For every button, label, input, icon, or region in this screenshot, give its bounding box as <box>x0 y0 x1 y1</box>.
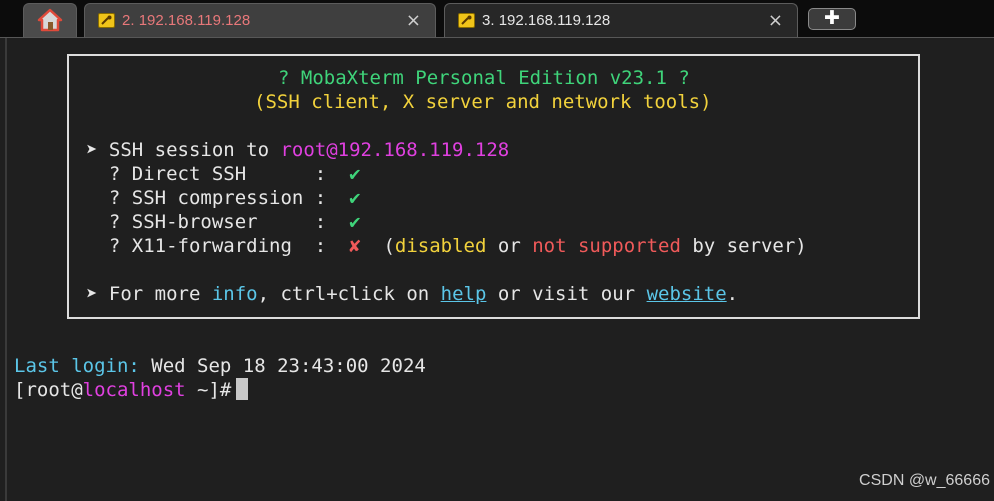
cross-icon: ✘ <box>349 235 361 257</box>
close-icon[interactable]: × <box>768 10 783 31</box>
tab-session-2[interactable]: 2. 192.168.119.128 × <box>84 3 436 37</box>
tab-session-3[interactable]: 3. 192.168.119.128 × <box>444 3 798 37</box>
prompt-host: localhost <box>82 379 186 401</box>
feature-direct-ssh: ? Direct SSH : ✔ <box>86 162 361 186</box>
tab-home[interactable] <box>23 3 77 37</box>
more-info-line: ➤ For more info, ctrl+click on help or v… <box>86 282 738 306</box>
banner-subtitle: (SSH client, X server and network tools) <box>254 91 712 113</box>
ssh-session-line: ➤ SSH session to root@192.168.119.128 <box>86 138 509 162</box>
text-cursor <box>236 378 249 400</box>
home-icon <box>37 8 63 32</box>
x11-note-not-supported: not supported <box>532 235 681 257</box>
website-link[interactable]: website <box>647 283 727 305</box>
new-tab-button[interactable]: ✚ <box>808 7 856 30</box>
help-link[interactable]: help <box>441 283 487 305</box>
watermark: CSDN @w_66666 <box>859 472 990 489</box>
banner-title: ? MobaXterm Personal Edition v23.1 ? <box>278 67 690 89</box>
feature-ssh-compression: ? SSH compression : ✔ <box>86 186 361 210</box>
terminal-border <box>5 38 7 501</box>
ssh-session-prefix: ➤ SSH session to <box>86 139 281 161</box>
ssh-session-target: root@192.168.119.128 <box>280 139 510 161</box>
check-icon: ✔ <box>349 187 361 209</box>
x11-note-or: or <box>486 235 533 257</box>
more-middle: , ctrl+click on <box>257 283 441 305</box>
key-icon <box>458 13 475 28</box>
last-login-label: Last login: <box>14 355 140 377</box>
plus-icon: ✚ <box>824 7 840 29</box>
tab-session-3-label: 3. 192.168.119.128 <box>482 12 611 29</box>
feature-label: ? Direct SSH : <box>108 163 327 185</box>
info-link[interactable]: info <box>212 283 258 305</box>
check-icon: ✔ <box>349 163 361 185</box>
prompt-close: ~]# <box>185 379 232 401</box>
shell-prompt[interactable]: [root@localhost ~]# <box>14 378 249 402</box>
prompt-open: [root@ <box>14 379 83 401</box>
check-icon: ✔ <box>349 211 361 233</box>
x11-note-disabled: disabled <box>394 235 487 257</box>
tab-session-2-label: 2. 192.168.119.128 <box>122 12 251 29</box>
feature-x11-forwarding: ? X11-forwarding : ✘ (disabled or not su… <box>86 234 807 258</box>
key-icon <box>98 13 115 28</box>
more-end: . <box>726 283 739 305</box>
last-login-value: Wed Sep 18 23:43:00 2024 <box>139 355 426 377</box>
tab-bar: 2. 192.168.119.128 × 3. 192.168.119.128 … <box>0 0 994 38</box>
more-prefix: ➤ For more <box>86 283 212 305</box>
close-icon[interactable]: × <box>406 10 421 31</box>
feature-label: ? SSH compression : <box>108 187 327 209</box>
last-login-line: Last login: Wed Sep 18 23:43:00 2024 <box>14 354 426 378</box>
feature-label: ? SSH-browser : <box>108 211 327 233</box>
feature-label: ? X11-forwarding : <box>108 235 327 257</box>
feature-ssh-browser: ? SSH-browser : ✔ <box>86 210 361 234</box>
x11-note-open: ( <box>383 235 395 257</box>
x11-note-tail: by server) <box>680 235 807 257</box>
more-middle2: or visit our <box>486 283 647 305</box>
